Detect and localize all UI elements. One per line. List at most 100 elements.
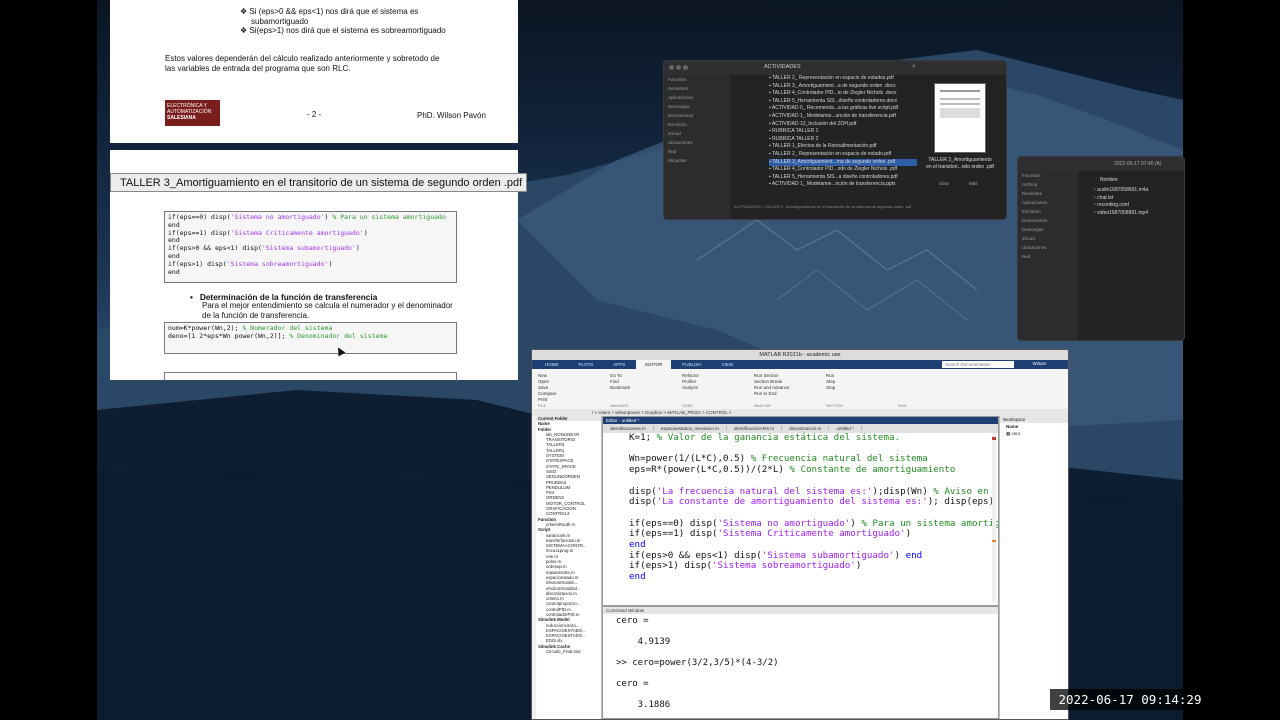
file-row[interactable]: ▪ TALLER 5_Herramienta SIS...a diseño co… xyxy=(769,174,917,182)
file-row[interactable]: ▪ ACTIVIDAD 1_ Modelamie...nción de tran… xyxy=(769,181,917,189)
sidebar-item[interactable]: Ubicaciones xyxy=(1018,243,1078,252)
file-row[interactable]: ▪ ACTIVIDAD 12_Inclusión del ZOH.pdf xyxy=(769,121,917,129)
finder-file-list[interactable]: ▫ audio1687058691.m4a ▫ chat.txt ▫ recordi… xyxy=(1094,187,1184,217)
workspace-variable[interactable]: ▦ cero xyxy=(1000,430,1068,438)
code-keyword: end xyxy=(629,571,646,583)
code-listing-conditions: if(eps==0) disp('Sistema no amortiguado'… xyxy=(164,211,457,283)
file-row[interactable]: ▪ TALLER 4_Controlador PID...odo de Zieg… xyxy=(769,166,917,174)
finder-window-recording[interactable]: 2022-06-17 07:46 (A) Favoritos AirDrop Rec… xyxy=(1017,156,1185,341)
sidebar-item[interactable]: iCloud xyxy=(1018,234,1078,243)
search-icon[interactable]: ⌕ xyxy=(912,63,916,71)
sidebar-item[interactable]: Red xyxy=(664,147,730,156)
file-name: TALLER 3_ Amortiguamient...a de segundo … xyxy=(772,82,896,89)
code-comment: % Numerador del sistema xyxy=(242,324,333,332)
ribbon-button[interactable]: Analyze xyxy=(682,385,699,391)
sidebar-item[interactable]: Red xyxy=(1018,252,1078,261)
sidebar-item[interactable]: Ubicaciones xyxy=(664,138,730,147)
finder-sidebar[interactable]: Favoritos AirDrop Recientes Aplicaciones Esc… xyxy=(1018,171,1078,340)
current-path-bar[interactable]: / > Users > wilsonpavon > Dropbox > MATL… xyxy=(532,409,1068,416)
sidebar-item[interactable]: Recientes xyxy=(664,84,730,93)
code-comment: % Frecuencia natural del sistema xyxy=(750,453,928,465)
code-text: if(eps>1) disp( xyxy=(168,259,227,268)
editor-tab[interactable]: discretizacion.m xyxy=(782,426,830,431)
sidebar-item[interactable]: Etiquetas xyxy=(664,156,730,165)
sidebar-item[interactable]: Favoritos xyxy=(664,75,730,84)
finder-toolbar[interactable]: 2022-06-17 07:46 (A) xyxy=(1018,157,1184,171)
pdf-paragraph: las variables de entrada del programa qu… xyxy=(165,64,351,73)
code-text: disp( xyxy=(629,485,657,497)
code-string: 'La frecuencia natural del sistema es:' xyxy=(656,485,873,497)
editor-tab[interactable]: identificaciones.m xyxy=(603,426,654,431)
code-line: end xyxy=(168,268,453,277)
file-row[interactable]: ▪ ACTIVIDAD 1_ Modelamie...unción de tra… xyxy=(769,113,917,121)
tab-home[interactable]: HOME xyxy=(536,360,568,369)
sidebar-item[interactable]: iCloud xyxy=(664,129,730,138)
tab-plots[interactable]: PLOTS xyxy=(570,360,603,369)
file-row[interactable]: ▪ TALLER 4_Controlador PID...to de Ziegl… xyxy=(769,90,917,98)
file-row[interactable]: ▪ TALLER 5_Herramienta SIS...diseño cont… xyxy=(769,98,917,106)
file-row[interactable]: ▪ TALLER 3_Amortiguamient...ma de segund… xyxy=(769,158,917,167)
sidebar-item[interactable]: Documentos xyxy=(664,111,730,120)
editor-code[interactable]: K=1; % Valor de la ganancia estática del… xyxy=(603,432,998,605)
editor-panel[interactable]: Editor - untitled * identificaciones.m es… xyxy=(602,416,999,606)
tab-editor[interactable]: EDITOR xyxy=(636,360,672,369)
workspace-panel[interactable]: Workspace Name ▦ cero xyxy=(999,416,1068,719)
file-row[interactable]: ▪ RUBRICA TALLER 2 xyxy=(769,136,917,144)
file-row[interactable]: ▪ TALLER 3_ Amortiguamient...a de segund… xyxy=(769,83,917,91)
file-row[interactable]: ▪ TALLER 2_ Representación en espacio de… xyxy=(769,75,917,83)
file-row[interactable]: ▫ recording.conf xyxy=(1094,202,1184,210)
command-window-output[interactable]: cero = 4.9139 >> cero=power(3/2,3/5)*(4-… xyxy=(616,616,779,711)
code-text: disp( xyxy=(629,496,657,508)
file-row[interactable]: ▪ TALLER 1_Efectos de la Retroalimentaci… xyxy=(769,143,917,151)
sidebar-item[interactable]: Recientes xyxy=(1018,189,1078,198)
search-documentation-input[interactable]: Search Documentation xyxy=(942,361,1014,368)
tab-apps[interactable]: APPS xyxy=(604,360,634,369)
file-row[interactable]: ▪ RUBRICA TALLER 1 xyxy=(769,128,917,136)
file-row[interactable]: ▫ chat.txt xyxy=(1094,195,1184,203)
sidebar-item[interactable]: Aplicaciones xyxy=(664,93,730,102)
sidebar-item[interactable]: Escritorio xyxy=(664,120,730,129)
pdf-paragraph: de la función de transferencia. xyxy=(202,311,310,320)
sidebar-item[interactable]: Aplicaciones xyxy=(1018,198,1078,207)
folder-item[interactable]: Circuito_Final.slxc xyxy=(536,649,601,654)
code-text: if(eps>1) disp( xyxy=(629,560,712,572)
code-text: eps=R*(power(L*C,0.5))/(2*L) xyxy=(629,464,790,476)
code-text: ) xyxy=(850,517,862,529)
university-logo: ELECTRÓNICA Y AUTOMATIZACIÓN SALESIANA xyxy=(165,100,220,126)
code-text: ) xyxy=(855,560,862,572)
editor-ribbon[interactable]: New Open Save Compare Print FILE Go To Find Book… xyxy=(532,369,1068,410)
sidebar-item[interactable]: AirDrop xyxy=(1018,180,1078,189)
sidebar-item[interactable]: Documentos xyxy=(1018,216,1078,225)
sidebar-item[interactable]: Escritorio xyxy=(1018,207,1078,216)
code-text: if(eps==1) disp( xyxy=(629,528,718,540)
editor-scrollbar[interactable] xyxy=(992,433,996,603)
file-row[interactable]: ▪ ACTIVIDAD 0_ Recomenda...a las gráfica… xyxy=(769,105,917,113)
tab-view[interactable]: VIEW xyxy=(712,360,742,369)
finder-file-list[interactable]: ▪ TALLER 2_ Representación en espacio de… xyxy=(769,75,917,189)
sidebar-item[interactable]: Favoritos xyxy=(1018,171,1078,180)
file-name: TALLER 5_Herramienta SIS...diseño contro… xyxy=(772,97,898,104)
matlab-window[interactable]: MATLAB R2021b - academic use HOME PLOTS AP… xyxy=(531,349,1069,720)
finder-window-actividades[interactable]: ACTIVIDADES ⌕ Favoritos Recientes Aplicaci… xyxy=(663,60,1007,220)
ribbon-button[interactable]: Run to End xyxy=(754,391,790,397)
editor-tab[interactable]: espacioestados_mecanico.m xyxy=(653,426,727,431)
file-row[interactable]: ▫ video1687058891.mp4 xyxy=(1094,210,1184,218)
rotate-button[interactable]: Girar xyxy=(939,181,949,186)
tab-publish[interactable]: PUBLISH xyxy=(673,360,710,369)
code-text: ); disp(eps) xyxy=(927,496,995,508)
code-string: 'Sistema sobreamortiguado' xyxy=(711,560,856,572)
editor-tab[interactable]: identificacionARX.m xyxy=(726,426,783,431)
finder-sidebar[interactable]: Favoritos Recientes Aplicaciones Descargas D… xyxy=(664,75,730,219)
sidebar-item[interactable]: Descargas xyxy=(664,102,730,111)
file-row[interactable]: ▫ audio1687058691.m4a xyxy=(1094,187,1184,195)
command-window-panel[interactable]: Command Window cero = 4.9139 >> cero=pow… xyxy=(602,606,999,719)
ribbon-button[interactable]: Bookmark xyxy=(610,385,630,391)
current-folder-panel[interactable]: Current Folder Name Folder lab_NONLINEAR T… xyxy=(536,416,602,719)
user-account[interactable]: Wilson xyxy=(1032,361,1046,366)
ribbon-button[interactable]: Stop xyxy=(826,385,835,391)
sidebar-item[interactable]: Descargas xyxy=(1018,225,1078,234)
finder-toolbar[interactable]: ACTIVIDADES ⌕ xyxy=(664,61,1006,75)
more-button[interactable]: Más xyxy=(969,181,978,186)
editor-tab[interactable]: untitled * xyxy=(829,426,862,431)
file-row[interactable]: ▪ TALLER 2_ Representación en espacio de… xyxy=(769,151,917,159)
